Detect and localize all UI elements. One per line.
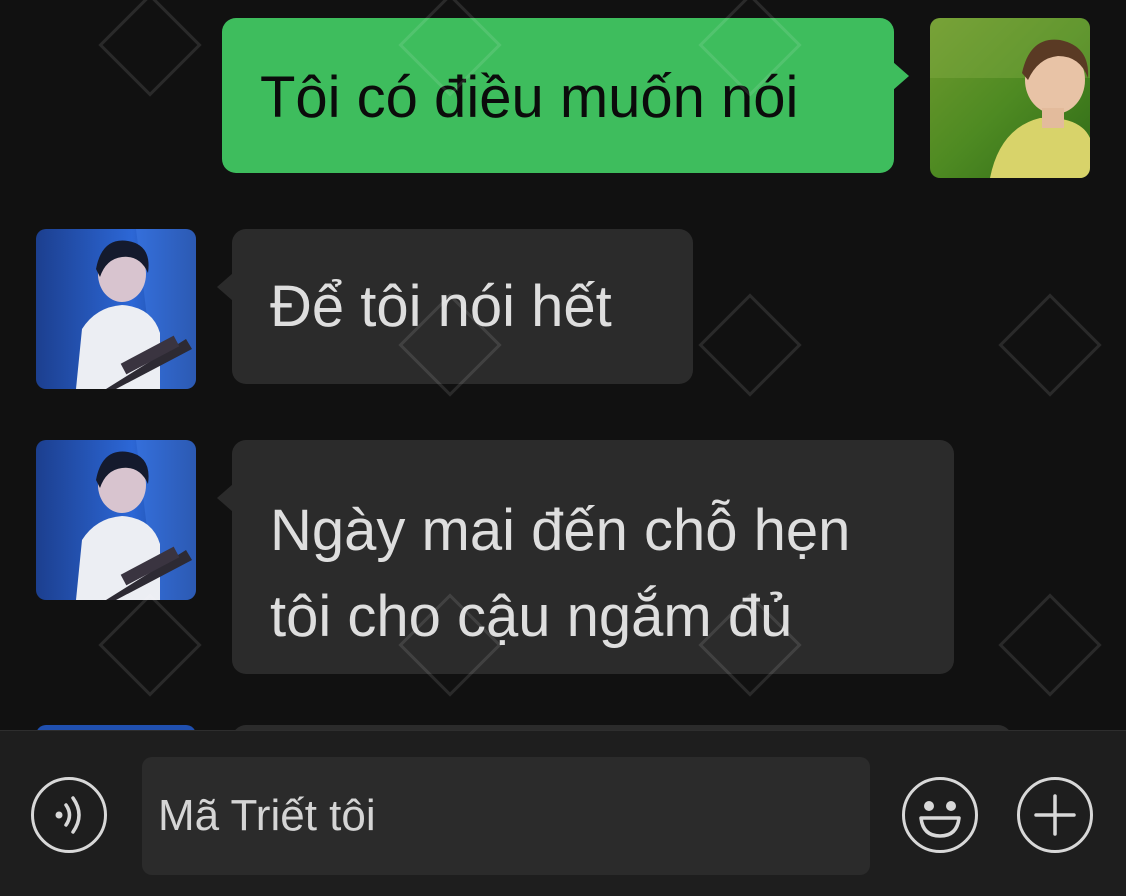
plus-icon — [1034, 794, 1076, 836]
avatar-image — [930, 18, 1090, 178]
bubble-tail — [217, 273, 233, 301]
contact-avatar[interactable] — [36, 440, 196, 600]
bubble-tail — [893, 62, 909, 90]
message-input[interactable]: Mã Triết tôi — [142, 757, 870, 875]
bubble-tail — [217, 484, 233, 512]
incoming-message-bubble[interactable]: Để tôi nói hết — [232, 229, 693, 384]
message-input-text: Mã Triết tôi — [158, 791, 376, 840]
emoji-button[interactable] — [902, 777, 978, 853]
more-button[interactable] — [1017, 777, 1093, 853]
message-list[interactable]: Tôi có điều muốn nói Để tôi nói hết Ngày… — [0, 0, 1126, 730]
message-text-line: tôi cho cậu ngắm đủ — [270, 584, 793, 649]
my-avatar[interactable] — [930, 18, 1090, 178]
input-bar: Mã Triết tôi — [0, 730, 1126, 896]
voice-button[interactable] — [31, 777, 107, 853]
avatar-image — [36, 229, 196, 389]
avatar-image — [36, 440, 196, 600]
chat-screen: Tôi có điều muốn nói Để tôi nói hết Ngày… — [0, 0, 1126, 896]
message-text-line: Ngày mai đến chỗ hẹn — [270, 498, 851, 563]
voice-icon — [55, 796, 81, 834]
emoji-icon — [919, 801, 961, 838]
contact-avatar[interactable] — [36, 229, 196, 389]
incoming-message-bubble[interactable]: Ngày mai đến chỗ hẹn tôi cho cậu ngắm đủ — [232, 440, 954, 674]
message-text: Tôi có điều muốn nói — [260, 65, 799, 130]
message-text: Để tôi nói hết — [270, 274, 612, 339]
outgoing-message-bubble[interactable]: Tôi có điều muốn nói — [222, 18, 894, 173]
